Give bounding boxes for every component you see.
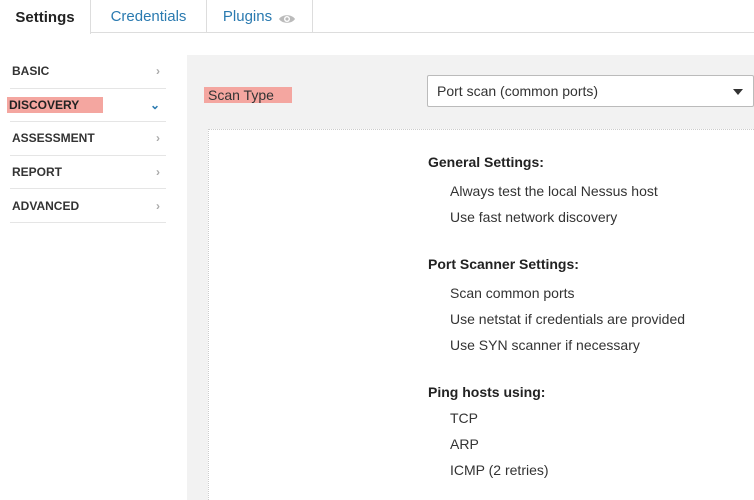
caret-down-icon <box>733 89 743 95</box>
sidebar-item-label: BASIC <box>12 64 50 79</box>
list-item: Use fast network discovery <box>450 209 618 225</box>
sidebar-item-discovery[interactable]: DISCOVERY ⌄ <box>7 89 166 123</box>
eye-icon <box>278 12 296 24</box>
tab-bar: Settings Credentials Plugins <box>0 0 754 34</box>
port-scanner-settings-section: Port Scanner Settings: Scan common ports… <box>428 254 685 358</box>
list-item: TCP <box>450 410 478 426</box>
tab-credentials[interactable]: Credentials <box>91 0 207 33</box>
sidebar-item-label: REPORT <box>12 165 63 180</box>
section-title: General Settings: <box>428 154 544 170</box>
scan-type-select[interactable]: Port scan (common ports) <box>427 75 754 107</box>
chevron-right-icon: › <box>156 198 160 213</box>
tab-settings-label: Settings <box>15 8 75 26</box>
scan-type-value: Port scan (common ports) <box>437 83 599 99</box>
tab-settings[interactable]: Settings <box>0 0 91 34</box>
section-title: Port Scanner Settings: <box>428 256 579 272</box>
sidebar-item-label: ADVANCED <box>12 198 80 213</box>
chevron-right-icon: › <box>156 165 160 180</box>
list-item: Scan common ports <box>450 285 575 301</box>
sidebar-item-advanced[interactable]: ADVANCED › <box>10 189 166 223</box>
ping-hosts-section: Ping hosts using: TCP ARP ICMP (2 retrie… <box>428 382 549 483</box>
chevron-down-icon: ⌄ <box>149 97 160 112</box>
sidebar: BASIC › DISCOVERY ⌄ ASSESSMENT › REPORT … <box>7 55 166 223</box>
tab-plugins[interactable]: Plugins <box>207 0 313 33</box>
scan-type-label: Scan Type <box>204 87 292 103</box>
list-item: ARP <box>450 436 479 452</box>
list-item: Always test the local Nessus host <box>450 183 658 199</box>
general-settings-section: General Settings: Always test the local … <box>428 152 658 230</box>
list-item: ICMP (2 retries) <box>450 462 549 478</box>
sidebar-item-report[interactable]: REPORT › <box>10 156 166 190</box>
sidebar-item-assessment[interactable]: ASSESSMENT › <box>10 122 166 156</box>
list-item: Use SYN scanner if necessary <box>450 337 640 353</box>
sidebar-item-label: ASSESSMENT <box>12 131 95 146</box>
list-item: Use netstat if credentials are provided <box>450 311 686 327</box>
sidebar-item-label: DISCOVERY <box>7 96 104 113</box>
tab-plugins-label: Plugins <box>222 8 273 25</box>
tab-credentials-label: Credentials <box>110 8 187 25</box>
section-title: Ping hosts using: <box>428 384 546 400</box>
chevron-right-icon: › <box>156 131 160 146</box>
discovery-panel: Scan Type Port scan (common ports) Gener… <box>187 55 754 500</box>
sidebar-item-basic[interactable]: BASIC › <box>10 55 166 89</box>
scan-type-details: General Settings: Always test the local … <box>208 129 754 500</box>
chevron-right-icon: › <box>156 64 160 79</box>
